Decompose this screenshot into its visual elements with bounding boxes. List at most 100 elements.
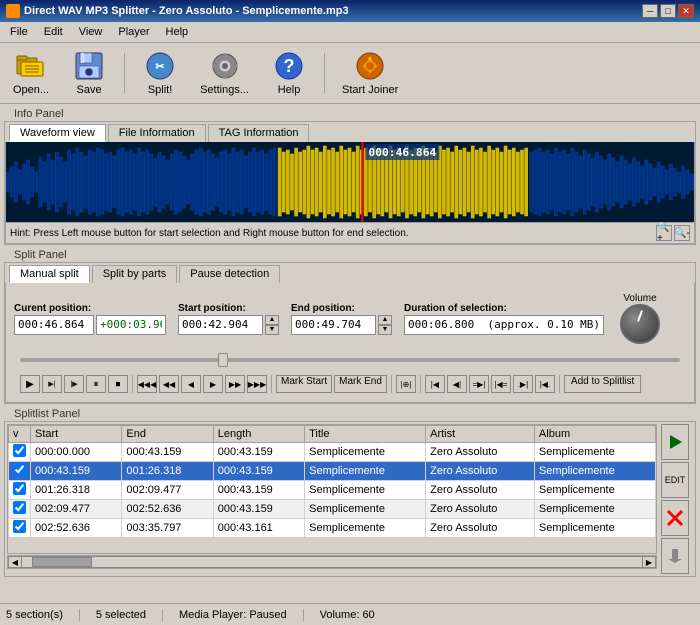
end-position-down[interactable]: ▼ [378,325,392,335]
mark-end-button[interactable]: Mark End [334,375,387,393]
svg-text:?: ? [284,56,295,76]
nav-first-button[interactable]: |◀ [425,375,445,393]
set-splitpoint-button[interactable]: |⊕| [396,375,416,393]
waveform-display[interactable]: 000:46.864 [6,142,694,222]
splitlist-actions: EDIT [661,424,693,574]
row-check[interactable] [9,462,31,481]
zoom-out-button[interactable]: 🔍- [674,225,690,241]
minimize-button[interactable]: ─ [642,4,658,18]
toolbar: Open... Save ✂ Split! [0,43,700,104]
table-row[interactable]: 002:52.636 003:35.797 000:43.161 Semplic… [9,519,656,538]
tab-file-info[interactable]: File Information [108,124,206,142]
edit-item-button[interactable]: EDIT [661,462,689,498]
add-splitlist-button[interactable]: Add to Splitlist [564,375,641,393]
nav-prev-sel-button[interactable]: |◀= [491,375,511,393]
splitlist-panel: Splitlist Panel v Start End Length Title… [4,407,696,577]
skip-fwd-far-button[interactable]: ▶▶▶ [247,375,267,393]
splitlist-main: v Start End Length Title Artist Album [7,424,657,574]
nav-start-sel-button[interactable]: |◀. [535,375,555,393]
play-button[interactable]: ▶ [20,375,40,393]
split-panel: Split Panel Manual split Split by parts … [4,248,696,404]
row-start: 000:00.000 [31,443,122,462]
titlebar-controls: ─ □ ✕ [642,4,694,18]
scroll-right-btn[interactable]: ▶ [642,556,656,568]
joiner-button[interactable]: Start Joiner [335,47,405,99]
tab-tag-info[interactable]: TAG Information [208,124,310,142]
row-length: 000:43.159 [213,481,304,500]
table-row[interactable]: 002:09.477 002:52.636 000:43.159 Semplic… [9,500,656,519]
tab-pause-detection[interactable]: Pause detection [179,265,280,283]
open-button[interactable]: Open... [6,47,56,99]
move-down-button[interactable] [661,538,689,574]
menu-view[interactable]: View [73,24,109,40]
row-check[interactable] [9,481,31,500]
nav-prev-button[interactable]: ◀| [447,375,467,393]
duration-field: Duration of selection: [404,303,604,335]
play-item-button[interactable] [661,424,689,460]
start-position-input[interactable] [178,315,263,335]
current-position-input[interactable] [14,315,94,335]
split-panel-header: Split Panel [4,248,696,262]
row-end: 000:43.159 [122,443,213,462]
position-slider-container [14,348,686,372]
scrollbar-thumb[interactable] [32,557,92,567]
menubar: File Edit View Player Help [0,22,700,43]
menu-help[interactable]: Help [160,24,195,40]
settings-button[interactable]: Settings... [193,47,256,99]
row-start: 002:52.636 [31,519,122,538]
horizontal-scrollbar[interactable]: ◀ ▶ [7,555,657,569]
end-position-up[interactable]: ▲ [378,315,392,325]
stop-button[interactable]: ⏹ [108,375,128,393]
skip-back-far-button[interactable]: ◀◀◀ [137,375,157,393]
skip-fwd-button[interactable]: ▶▶ [225,375,245,393]
end-position-input[interactable] [291,315,376,335]
pause-button[interactable]: ⏸ [86,375,106,393]
close-button[interactable]: ✕ [678,4,694,18]
position-slider-thumb[interactable] [218,353,228,367]
duration-input[interactable] [404,315,604,335]
nav-end-sel-button[interactable]: .▶| [513,375,533,393]
menu-player[interactable]: Player [112,24,155,40]
step-back-button[interactable]: ◀ [181,375,201,393]
scroll-left-btn[interactable]: ◀ [8,556,22,568]
end-position-label: End position: [291,303,392,314]
table-row[interactable]: 000:00.000 000:43.159 000:43.159 Semplic… [9,443,656,462]
row-end: 003:35.797 [122,519,213,538]
delete-item-button[interactable] [661,500,689,536]
menu-edit[interactable]: Edit [38,24,69,40]
mark-start-button[interactable]: Mark Start [276,375,332,393]
table-row[interactable]: 000:43.159 001:26.318 000:43.159 Semplic… [9,462,656,481]
menu-file[interactable]: File [4,24,34,40]
tab-waveform[interactable]: Waveform view [9,124,106,142]
row-length: 000:43.159 [213,443,304,462]
help-button[interactable]: ? Help [264,47,314,99]
skip-back-button[interactable]: ◀◀ [159,375,179,393]
step-fwd-button[interactable]: ▶ [203,375,223,393]
nav-next-sel-button[interactable]: =▶| [469,375,489,393]
col-album: Album [534,426,655,443]
toolbar-sep-1 [124,53,125,93]
row-check[interactable] [9,519,31,538]
play-from-button[interactable]: |▶ [64,375,84,393]
maximize-button[interactable]: □ [660,4,676,18]
splitlist-scroll[interactable]: v Start End Length Title Artist Album [7,424,657,554]
save-button[interactable]: Save [64,47,114,99]
row-check[interactable] [9,443,31,462]
volume-knob[interactable] [620,304,660,344]
row-end: 002:09.477 [122,481,213,500]
start-position-up[interactable]: ▲ [265,315,279,325]
offset-input[interactable] [96,315,166,335]
tab-split-by-parts[interactable]: Split by parts [92,265,178,283]
tab-manual-split[interactable]: Manual split [9,265,90,283]
col-length: Length [213,426,304,443]
waveform-hint: Hint: Press Left mouse button for start … [6,222,694,243]
play-sel-button[interactable]: ▶| [42,375,62,393]
position-slider-track [20,358,680,362]
zoom-in-button[interactable]: 🔍+ [656,225,672,241]
help-label: Help [278,84,301,96]
start-position-down[interactable]: ▼ [265,325,279,335]
row-check[interactable] [9,500,31,519]
table-row[interactable]: 001:26.318 002:09.477 000:43.159 Semplic… [9,481,656,500]
row-album: Semplicemente [534,500,655,519]
split-button[interactable]: ✂ Split! [135,47,185,99]
